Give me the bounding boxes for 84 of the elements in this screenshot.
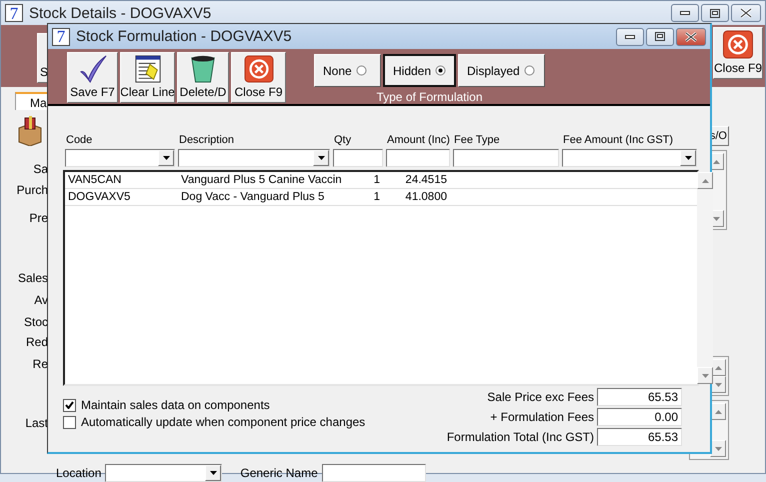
checkbox-option[interactable]: Maintain sales data on components xyxy=(63,398,366,412)
radio-option[interactable]: Displayed xyxy=(458,54,545,87)
input-field[interactable] xyxy=(453,149,559,167)
input-field[interactable] xyxy=(386,149,450,167)
column-header: Amount (Inc) xyxy=(386,134,450,148)
field-label: Purch xyxy=(16,183,48,197)
total-label: + Formulation Fees xyxy=(490,410,594,424)
close-icon xyxy=(685,32,697,42)
table-cell-text: 1 xyxy=(372,174,381,186)
up-arrow-icon xyxy=(712,160,720,164)
table-cell-text: DOGVAXV5 xyxy=(67,191,132,203)
checkbox[interactable] xyxy=(63,398,76,412)
location-dropdown[interactable] xyxy=(105,464,222,482)
field-label: Sales xyxy=(18,271,48,285)
total-field: 65.53 xyxy=(597,428,682,446)
dropdown-field[interactable] xyxy=(562,149,697,167)
toolbar-button[interactable]: Clear Line xyxy=(120,52,175,103)
field-label: Last xyxy=(25,416,48,430)
up-arrow-icon xyxy=(702,178,708,182)
field-label: Stoc xyxy=(24,315,48,329)
scroll-down-button[interactable] xyxy=(710,440,726,457)
window-title: Stock Details - DOGVAXV5 xyxy=(29,4,212,22)
total-label: Sale Price exc Fees xyxy=(487,390,594,404)
minimize-button[interactable] xyxy=(671,4,699,22)
column-header: Code xyxy=(65,134,94,148)
close-icon xyxy=(740,8,752,18)
table-cell-text: Dog Vacc - Vanguard Plus 5 xyxy=(180,191,326,203)
table-cell-text: Vanguard Plus 5 Canine Vaccin xyxy=(180,174,343,186)
down-arrow-icon xyxy=(714,446,722,450)
field-label: Pre xyxy=(29,211,48,225)
close-icon xyxy=(722,30,754,59)
minimize-button[interactable] xyxy=(616,28,644,46)
table-cell-text: VAN5CAN xyxy=(67,174,122,186)
field-label: Location xyxy=(56,466,102,480)
up-arrow-icon xyxy=(714,410,722,414)
dropdown-field[interactable] xyxy=(178,149,330,167)
dropdown-field[interactable] xyxy=(65,149,175,167)
scroll-bar[interactable] xyxy=(697,172,713,384)
total-field: 65.53 xyxy=(597,388,682,406)
app-icon: 7 xyxy=(5,4,23,22)
checkbox[interactable] xyxy=(63,416,76,428)
input-field[interactable] xyxy=(333,149,383,167)
scroll-up-button[interactable] xyxy=(697,172,713,189)
column-header: Qty xyxy=(333,134,352,148)
minimize-icon xyxy=(680,11,690,15)
toolbar-button[interactable]: Delete/D xyxy=(177,52,229,103)
maximize-button[interactable] xyxy=(701,4,729,22)
up-arrow-icon xyxy=(714,366,722,370)
close-icon xyxy=(242,55,274,83)
radio-option[interactable]: None xyxy=(314,54,381,87)
total-label: Formulation Total (Inc GST) xyxy=(446,430,594,444)
trash-can-icon xyxy=(189,55,217,83)
table-cell-text: 24.4515 xyxy=(404,174,448,186)
gift-box-icon xyxy=(17,116,43,146)
close-button[interactable] xyxy=(731,4,761,22)
document-icon xyxy=(134,55,162,83)
toolbar-button[interactable]: Save F7 xyxy=(67,52,118,103)
radio-option[interactable]: Hidden xyxy=(383,54,456,87)
column-header: Fee Type xyxy=(453,134,501,148)
group-caption: Type of Formulation xyxy=(376,90,483,104)
field-label: Generic Name xyxy=(240,466,318,480)
table-cell-text: 41.0800 xyxy=(404,191,448,203)
checkbox-option[interactable]: Automatically update when component price changes xyxy=(63,415,366,429)
field-label: Sa xyxy=(33,162,48,176)
text-field[interactable] xyxy=(322,464,426,482)
checkmark-icon xyxy=(78,55,108,83)
total-field: 0.00 xyxy=(597,408,682,426)
maximize-icon xyxy=(710,8,720,18)
table-cell-text: 1 xyxy=(372,191,381,203)
close-button[interactable] xyxy=(676,28,706,46)
app-icon: 7 xyxy=(52,28,70,46)
field-label: Av xyxy=(34,293,48,307)
maximize-icon xyxy=(655,32,665,41)
down-arrow-icon xyxy=(712,216,720,220)
field-label: Red xyxy=(26,335,48,349)
maximize-button[interactable] xyxy=(646,28,674,46)
dialog-title: Stock Formulation - DOGVAXV5 xyxy=(76,28,293,45)
column-header: Fee Amount (Inc GST) xyxy=(562,134,674,148)
field-label: Re xyxy=(32,357,48,371)
minimize-icon xyxy=(625,34,635,38)
toolbar-button[interactable]: Close F9 xyxy=(231,52,286,103)
scroll-down-button[interactable] xyxy=(697,367,713,384)
close-button[interactable]: Close F9 xyxy=(713,27,763,79)
column-header: Description xyxy=(178,134,236,148)
